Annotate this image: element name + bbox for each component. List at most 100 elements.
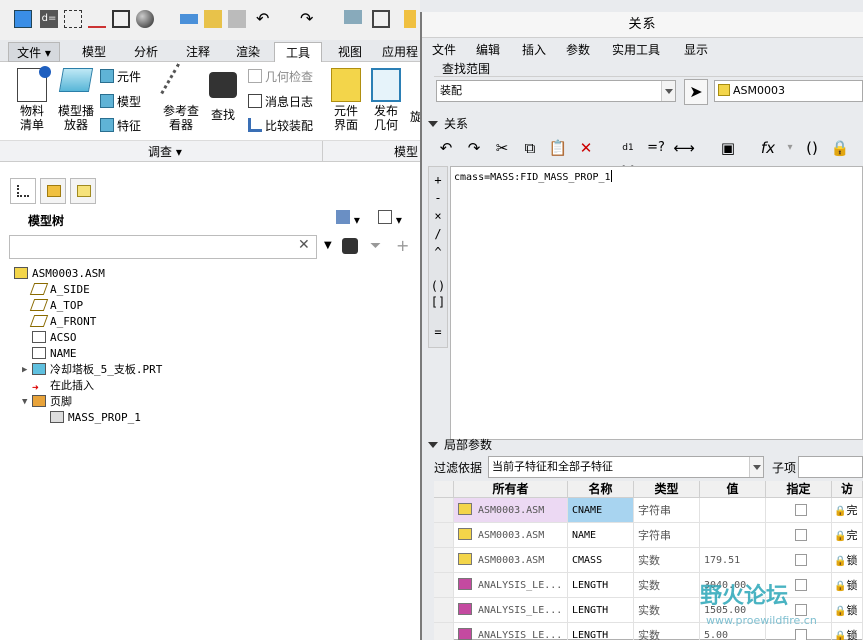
model-button[interactable]: 模型: [100, 91, 141, 113]
filter-icon[interactable]: ⏷: [370, 238, 381, 254]
undo-icon[interactable]: ↶: [256, 10, 274, 28]
switch-dimensions-icon[interactable]: d1 0.0: [616, 137, 640, 175]
binoculars-icon[interactable]: [342, 238, 358, 254]
name-cell[interactable]: LENGTH: [568, 573, 634, 598]
dimension-icon[interactable]: d=: [40, 10, 58, 28]
curve-icon[interactable]: [88, 10, 106, 28]
tree-search-input[interactable]: [9, 235, 317, 259]
tree-item[interactable]: A_SIDE: [29, 282, 90, 298]
bom-button[interactable]: 物料 清单: [12, 66, 52, 132]
delete-icon[interactable]: ✕: [574, 137, 598, 159]
operator-button[interactable]: =: [429, 325, 447, 339]
value-cell[interactable]: [700, 523, 766, 548]
tab-file[interactable]: 文件 ▾: [8, 42, 60, 62]
tab-applications[interactable]: 应用程: [380, 42, 420, 62]
type-cell[interactable]: 字符串: [634, 523, 700, 548]
child-select[interactable]: [798, 456, 863, 478]
tab-analysis[interactable]: 分析: [124, 42, 168, 62]
type-cell[interactable]: 实数: [634, 623, 700, 640]
find-button[interactable]: 查找: [206, 72, 240, 122]
name-cell[interactable]: LENGTH: [568, 598, 634, 623]
tree-item[interactable]: ACSO: [32, 330, 77, 346]
menu-file[interactable]: 文件: [432, 41, 456, 58]
folder-icon[interactable]: [404, 10, 416, 28]
operator-button[interactable]: -: [429, 191, 447, 205]
relations-editor[interactable]: [450, 166, 863, 440]
measure-icon[interactable]: ⟷: [672, 137, 696, 159]
designate-checkbox[interactable]: [794, 554, 807, 566]
row-header[interactable]: [434, 498, 454, 523]
layer-icon[interactable]: [180, 14, 198, 24]
tree-show-button[interactable]: ▾: [378, 210, 414, 230]
name-cell[interactable]: NAME: [568, 523, 634, 548]
function-dropdown-icon[interactable]: ▾: [778, 137, 802, 159]
verify-icon[interactable]: ▣: [716, 137, 740, 159]
tree-settings-button[interactable]: ▾: [336, 210, 370, 230]
tree-item[interactable]: A_FRONT: [29, 314, 96, 330]
search-dropdown-icon[interactable]: ▼: [324, 240, 332, 251]
operator-button[interactable]: +: [429, 173, 447, 187]
lock-icon[interactable]: 🔒: [828, 137, 852, 159]
clear-search-icon[interactable]: ✕: [298, 237, 310, 253]
menu-utilities[interactable]: 实用工具: [612, 41, 660, 58]
row-header[interactable]: [434, 623, 454, 640]
compare-assembly-button[interactable]: 比较装配: [248, 115, 313, 137]
tab-model[interactable]: 模型: [72, 42, 116, 62]
tab-favorites[interactable]: [70, 178, 96, 204]
menu-edit[interactable]: 编辑: [476, 41, 500, 58]
row-header[interactable]: [434, 523, 454, 548]
add-icon[interactable]: +: [396, 236, 409, 255]
tree-item[interactable]: MASS_PROP_1: [50, 410, 141, 426]
designate-checkbox[interactable]: [794, 529, 807, 541]
operator-button[interactable]: ^: [429, 245, 447, 259]
cut-icon[interactable]: ✂: [490, 137, 514, 159]
redo-icon[interactable]: ↷: [462, 137, 486, 159]
expand-icon[interactable]: ▶: [22, 362, 27, 378]
select-box-icon[interactable]: [64, 10, 82, 28]
model-player-button[interactable]: 模型播 放器: [56, 68, 96, 132]
reference-viewer-button[interactable]: 参考查 看器: [160, 63, 202, 132]
scope-object-field[interactable]: ASM0003: [714, 80, 863, 102]
designate-checkbox[interactable]: [794, 504, 807, 516]
paste-icon[interactable]: 📋: [546, 137, 570, 159]
value-cell[interactable]: [700, 498, 766, 523]
relations-header[interactable]: 关系: [428, 116, 468, 132]
operator-button[interactable]: (): [429, 279, 447, 293]
row-header[interactable]: [434, 548, 454, 573]
tree-item[interactable]: ▶ 冷却塔板_5_支板.PRT: [22, 362, 162, 378]
menu-insert[interactable]: 插入: [522, 41, 546, 58]
publish-geometry-button[interactable]: 发布 几何: [366, 68, 406, 132]
tab-folder-browser[interactable]: [40, 178, 66, 204]
operator-button[interactable]: []: [429, 295, 447, 309]
menu-display[interactable]: 显示: [684, 41, 708, 58]
row-header[interactable]: [434, 598, 454, 623]
component-button[interactable]: 元件: [100, 66, 141, 88]
operator-button[interactable]: /: [429, 227, 447, 241]
type-cell[interactable]: 实数: [634, 573, 700, 598]
type-cell[interactable]: 实数: [634, 548, 700, 573]
tab-annotate[interactable]: 注释: [176, 42, 220, 62]
tree-item[interactable]: A_TOP: [29, 298, 83, 314]
tab-tools[interactable]: 工具: [274, 42, 322, 63]
menu-parameters[interactable]: 参数: [566, 41, 590, 58]
window-icon[interactable]: [372, 10, 390, 28]
component-interface-button[interactable]: 元件 界面: [326, 68, 366, 132]
table-header[interactable]: 指定: [766, 481, 832, 498]
table-header[interactable]: 访: [832, 481, 863, 498]
name-cell[interactable]: CMASS: [568, 548, 634, 573]
redo-icon[interactable]: ↷: [300, 10, 318, 28]
undo-icon[interactable]: ↶: [434, 137, 458, 159]
save-icon[interactable]: [228, 10, 246, 28]
tree-item[interactable]: ➜ 在此插入: [32, 378, 94, 394]
filter-select[interactable]: 当前子特征和全部子特征: [488, 456, 764, 478]
feature-button[interactable]: 特征: [100, 115, 141, 137]
tab-render[interactable]: 渲染: [226, 42, 270, 62]
designate-checkbox[interactable]: [794, 629, 807, 640]
table-header[interactable]: 名称: [568, 481, 634, 498]
group-investigate[interactable]: 调查 ▾: [148, 143, 182, 160]
check-icon[interactable]: [112, 10, 130, 28]
copy-icon[interactable]: ⧉: [518, 137, 542, 159]
value-cell[interactable]: 179.51: [700, 548, 766, 573]
type-cell[interactable]: 字符串: [634, 498, 700, 523]
table-header[interactable]: 值: [700, 481, 766, 498]
